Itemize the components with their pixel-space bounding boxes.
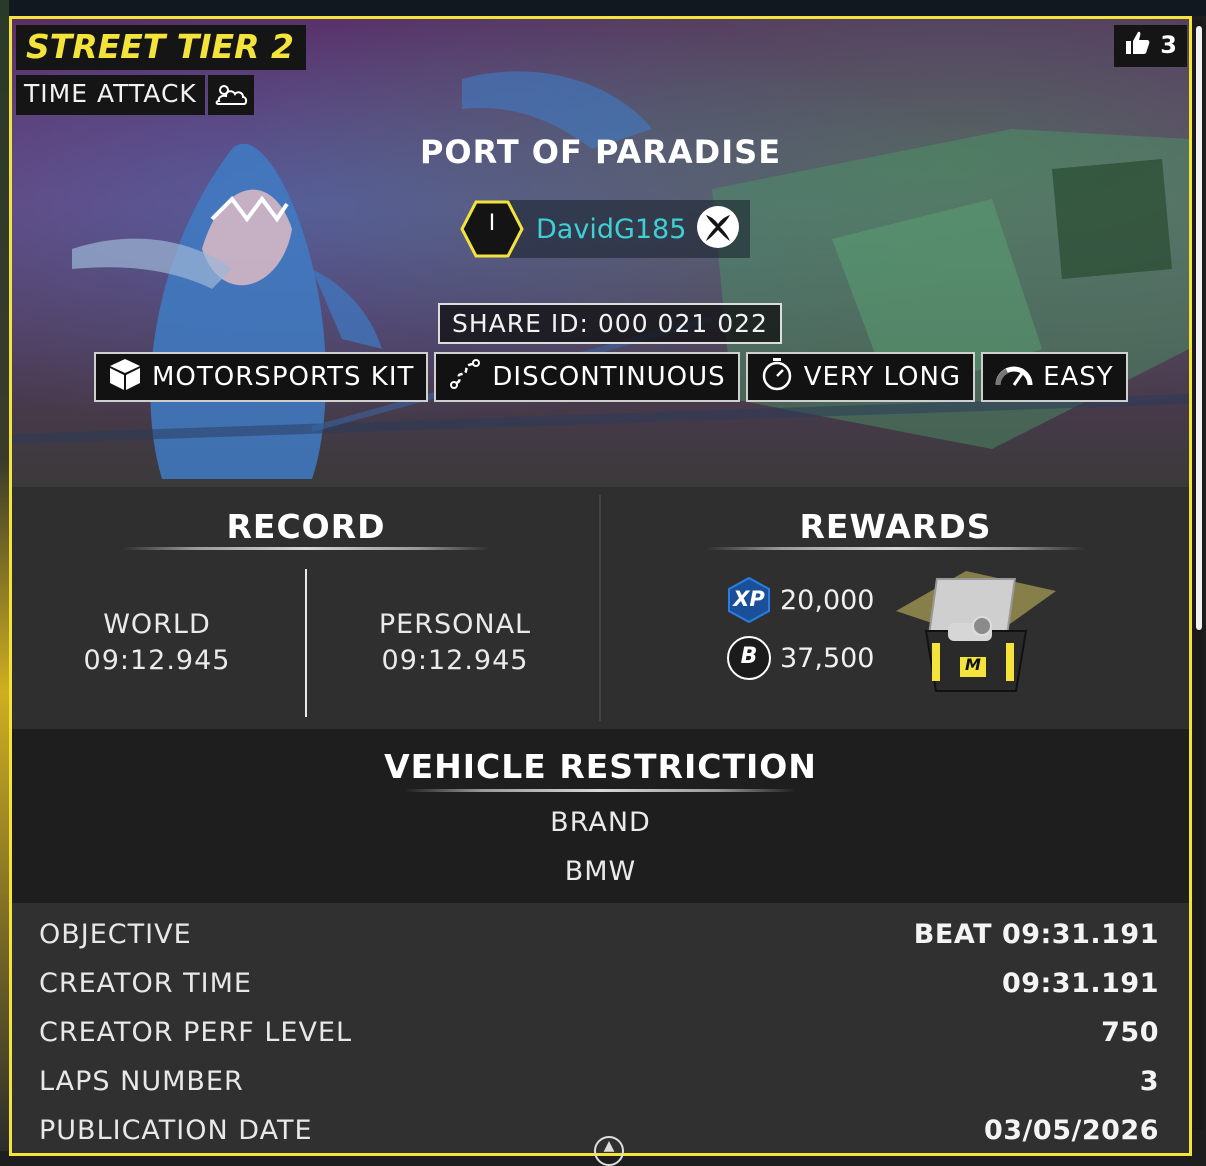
detail-label: CREATOR TIME <box>39 967 252 999</box>
creator-level-badge: I <box>460 199 524 259</box>
personal-label: PERSONAL <box>378 609 532 640</box>
bucks-amount: 37,500 <box>780 642 875 674</box>
bucks-icon: B <box>726 635 772 681</box>
likes-count: 3 <box>1160 31 1177 59</box>
rewards-section: REWARDS XP 20,000 B 37,500 M <box>602 487 1189 729</box>
vehicle-restriction-section: VEHICLE RESTRICTION BRAND BMW <box>12 729 1189 903</box>
detail-row-creator-time: CREATOR TIME 09:31.191 <box>39 963 1159 1003</box>
world-record: WORLD 09:12.945 <box>12 607 302 679</box>
scroll-up-icon[interactable]: ▲ <box>594 1136 624 1166</box>
tag-layout: DISCONTINUOUS <box>434 352 740 402</box>
event-tier-label: STREET TIER 2 <box>16 25 306 70</box>
xp-icon: XP <box>726 576 772 624</box>
record-title: RECORD <box>226 507 386 546</box>
world-time: 09:12.945 <box>83 645 231 676</box>
personal-time: 09:12.945 <box>381 645 529 676</box>
detail-value: 750 <box>1101 1016 1159 1048</box>
tag-label: DISCONTINUOUS <box>492 362 726 392</box>
detail-label: OBJECTIVE <box>39 918 192 950</box>
xp-reward: XP 20,000 <box>726 576 875 624</box>
detail-row-laps: LAPS NUMBER 3 <box>39 1061 1159 1101</box>
detail-value: BEAT 09:31.191 <box>913 918 1159 950</box>
creator-name[interactable]: DavidG185 <box>536 214 686 245</box>
tag-difficulty: EASY <box>981 352 1128 402</box>
section-divider <box>599 495 601 721</box>
speedometer-icon <box>995 359 1033 396</box>
track-title: PORT OF PARADISE <box>419 133 782 171</box>
stopwatch-icon <box>760 357 794 398</box>
hero-banner: STREET TIER 2 TIME ATTACK 3 PORT OF PARA… <box>12 19 1189 487</box>
bucks-reward: B 37,500 <box>726 635 874 681</box>
tag-label: EASY <box>1043 362 1114 392</box>
detail-row-perf-level: CREATOR PERF LEVEL 750 <box>39 1012 1159 1052</box>
background-edge <box>0 0 9 1151</box>
record-section: RECORD WORLD 09:12.945 PERSONAL 09:12.94… <box>12 487 600 729</box>
detail-value: 03/05/2026 <box>983 1114 1159 1146</box>
tag-kit: MOTORSPORTS KIT <box>94 352 429 402</box>
scrollbar-thumb[interactable] <box>1196 26 1202 630</box>
restriction-underline <box>404 789 796 792</box>
detail-value: 09:31.191 <box>1001 967 1159 999</box>
record-rewards-panel: RECORD WORLD 09:12.945 PERSONAL 09:12.94… <box>12 487 1189 729</box>
cube-icon <box>108 357 142 398</box>
cloud-sun-icon <box>207 75 254 115</box>
world-label: WORLD <box>103 609 211 640</box>
restriction-value: BMW <box>564 856 637 887</box>
detail-value: 3 <box>1139 1065 1159 1097</box>
tag-label: MOTORSPORTS KIT <box>152 362 415 392</box>
record-divider <box>305 569 307 717</box>
mode-row: TIME ATTACK <box>16 75 254 115</box>
creator-info[interactable]: I DavidG185 <box>460 199 751 259</box>
event-card[interactable]: STREET TIER 2 TIME ATTACK 3 PORT OF PARA… <box>9 16 1192 1156</box>
detail-label: PUBLICATION DATE <box>39 1114 313 1146</box>
detail-label: LAPS NUMBER <box>39 1065 244 1097</box>
top-edge <box>0 0 1206 16</box>
detail-row-objective: OBJECTIVE BEAT 09:31.191 <box>39 914 1159 954</box>
tag-label: VERY LONG <box>803 362 962 392</box>
xp-amount: 20,000 <box>780 584 875 616</box>
restriction-type: BRAND <box>550 807 651 838</box>
loot-crate-icon: M <box>886 571 1062 697</box>
event-mode-label: TIME ATTACK <box>16 75 205 115</box>
share-id[interactable]: SHARE ID: 000 021 022 <box>438 303 782 344</box>
record-underline <box>122 547 490 550</box>
xbox-icon <box>696 205 740 253</box>
rewards-underline <box>706 547 1086 550</box>
thumbs-up-icon <box>1124 29 1150 61</box>
restriction-title: VEHICLE RESTRICTION <box>384 747 817 786</box>
detail-label: CREATOR PERF LEVEL <box>39 1016 353 1048</box>
creator-name-bar: DavidG185 <box>506 200 751 258</box>
track-tags: MOTORSPORTS KIT DISCONTINUOUS VERY LONG … <box>94 352 1128 402</box>
creator-level: I <box>488 211 496 236</box>
tag-length: VERY LONG <box>745 352 976 402</box>
likes-counter[interactable]: 3 <box>1114 25 1187 67</box>
route-icon <box>448 357 482 398</box>
event-details: OBJECTIVE BEAT 09:31.191 CREATOR TIME 09… <box>12 903 1189 1153</box>
personal-record: PERSONAL 09:12.945 <box>310 607 600 679</box>
rewards-title: REWARDS <box>799 507 992 546</box>
